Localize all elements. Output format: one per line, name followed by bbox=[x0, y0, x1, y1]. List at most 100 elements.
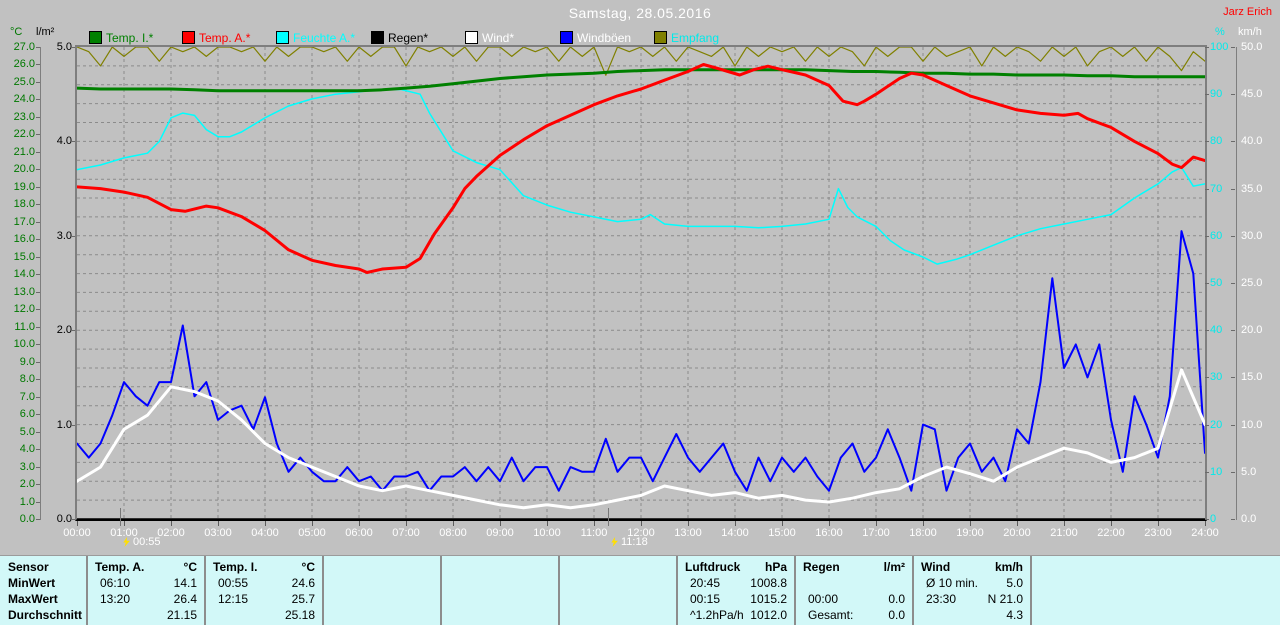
x-tick-mark bbox=[171, 521, 172, 526]
x-tick-label: 09:00 bbox=[486, 527, 514, 539]
y-tick-mark bbox=[36, 169, 40, 171]
y-tick-label: 40.0 bbox=[1241, 135, 1263, 148]
x-tick-mark bbox=[688, 521, 689, 526]
y-tick-mark bbox=[71, 141, 75, 143]
y-tick-mark bbox=[1205, 188, 1209, 190]
y-tick-label: 16.0 bbox=[13, 233, 35, 246]
x-tick-mark bbox=[1017, 521, 1018, 526]
legend-item-3[interactable]: Feuchte A.* bbox=[276, 31, 355, 45]
avg-label bbox=[213, 607, 218, 623]
avg-label: ^1.2hPa/h bbox=[690, 608, 744, 622]
legend-item-6[interactable]: Windböen bbox=[560, 31, 631, 45]
legend-item-2[interactable]: Temp. A.* bbox=[182, 31, 250, 45]
min-time bbox=[803, 575, 808, 591]
x-tick-label: 16:00 bbox=[815, 527, 843, 539]
y-tick-mark bbox=[36, 414, 40, 416]
y-tick-mark bbox=[1231, 377, 1235, 379]
col-unit: km/h bbox=[994, 560, 1023, 574]
x-tick-mark bbox=[1205, 521, 1206, 526]
y-tick-label: 11.0 bbox=[14, 320, 35, 333]
x-tick-label: 18:00 bbox=[909, 527, 937, 539]
y-tick-mark bbox=[36, 326, 40, 328]
x-tick-label: 19:00 bbox=[956, 527, 984, 539]
col-unit: l/m² bbox=[883, 560, 905, 574]
legend-swatch bbox=[276, 31, 289, 44]
x-tick-label: 00:00 bbox=[63, 527, 91, 539]
y-tick-label: 14.0 bbox=[13, 268, 35, 281]
y-tick-label: 22.0 bbox=[13, 128, 35, 141]
x-tick-mark bbox=[1064, 521, 1065, 526]
legend-swatch bbox=[560, 31, 573, 44]
legend-label: Wind* bbox=[482, 30, 515, 45]
marker-line bbox=[120, 508, 121, 526]
col-header: Temp. I. bbox=[213, 560, 258, 574]
x-tick-label: 22:00 bbox=[1097, 527, 1125, 539]
y-tick-label: 12.0 bbox=[13, 303, 35, 316]
row-label-durchschnitt: Durchschnitt bbox=[8, 608, 83, 622]
y-tick-label: 6.0 bbox=[19, 408, 35, 421]
stats-col-luftdruck: Luftdruck hPa 20:45 1008.8 00:15 1015.2 ^1.… bbox=[678, 556, 796, 625]
y-tick-mark bbox=[36, 449, 40, 451]
max-value: 1015.2 bbox=[750, 592, 787, 606]
y-tick-label: 2.0 bbox=[19, 478, 35, 491]
x-tick-mark bbox=[641, 521, 642, 526]
chart-canvas bbox=[77, 47, 1205, 519]
legend-item-7[interactable]: Empfang bbox=[654, 31, 719, 45]
x-tick-label: 11:00 bbox=[580, 527, 608, 539]
row-label-sensor: Sensor bbox=[8, 560, 49, 574]
x-tick-mark bbox=[1111, 521, 1112, 526]
x-tick-label: 06:00 bbox=[345, 527, 373, 539]
y-tick-label: 0.0 bbox=[1241, 513, 1257, 525]
avg-value: 21.15 bbox=[166, 608, 197, 622]
x-tick-mark bbox=[594, 521, 595, 526]
y-tick-mark bbox=[36, 431, 40, 433]
y-tick-label: 26.0 bbox=[13, 58, 35, 71]
author-label: Jarz Erich bbox=[1223, 6, 1272, 18]
legend-swatch bbox=[654, 31, 667, 44]
y-tick-label: 30.0 bbox=[1241, 229, 1263, 242]
x-tick-mark bbox=[735, 521, 736, 526]
min-value: 5.0 bbox=[1006, 576, 1023, 590]
x-tick-mark bbox=[1158, 521, 1159, 526]
y-tick-mark bbox=[71, 330, 75, 332]
max-time: 23:30 bbox=[926, 592, 957, 606]
y-tick-mark bbox=[36, 64, 40, 66]
y-tick-mark bbox=[36, 221, 40, 223]
x-tick-label: 13:00 bbox=[674, 527, 702, 539]
row-label-minwert: MinWert bbox=[8, 576, 56, 590]
avg-value: 4.3 bbox=[1006, 608, 1023, 622]
legend-item-5[interactable]: Wind* bbox=[465, 30, 515, 45]
stats-row-labels: Sensor MinWert MaxWert Durchschnitt bbox=[0, 556, 88, 625]
stats-col-wind: Wind km/h Ø 10 min. 5.0 23:30 N 21.0 4.3 bbox=[914, 556, 1032, 625]
y-tick-mark bbox=[1231, 47, 1235, 48]
y-tick-mark bbox=[71, 424, 75, 426]
page-title: Samstag, 28.05.2016 bbox=[568, 5, 712, 21]
y-tick-label: 0.0 bbox=[19, 513, 35, 525]
row-label-maxwert: MaxWert bbox=[8, 592, 58, 606]
y-tick-label: 19.0 bbox=[13, 180, 35, 193]
legend-item-4[interactable]: Regen* bbox=[371, 31, 428, 45]
col-header: Luftdruck bbox=[685, 560, 741, 574]
y-tick-mark bbox=[1205, 235, 1209, 237]
x-tick-mark bbox=[453, 521, 454, 526]
chart-plot-area[interactable] bbox=[75, 45, 1207, 521]
col-header: Regen bbox=[803, 560, 840, 574]
y-tick-mark bbox=[1231, 471, 1235, 473]
stats-col-temp-i: Temp. I. °C 00:55 24.6 12:15 25.7 25.18 bbox=[206, 556, 324, 625]
y-tick-mark bbox=[1231, 188, 1235, 190]
y-tick-label: 7.0 bbox=[19, 390, 35, 403]
legend-item-1[interactable]: Temp. I.* bbox=[89, 31, 153, 45]
col-header: Wind bbox=[921, 560, 951, 574]
avg-label bbox=[921, 607, 926, 623]
y-tick-label: 5.0 bbox=[19, 425, 35, 438]
y-tick-mark bbox=[36, 466, 40, 468]
y-tick-mark bbox=[36, 396, 40, 398]
y-tick-mark bbox=[36, 151, 40, 153]
y-tick-mark bbox=[36, 291, 40, 293]
y-tick-mark bbox=[36, 81, 40, 83]
col-unit: hPa bbox=[764, 560, 787, 574]
axis-unit-humidity: % bbox=[1215, 26, 1225, 38]
min-time: 00:55 bbox=[218, 576, 249, 590]
y-tick-label: 13.0 bbox=[13, 285, 35, 298]
y-tick-label: 5.0 bbox=[56, 41, 72, 53]
